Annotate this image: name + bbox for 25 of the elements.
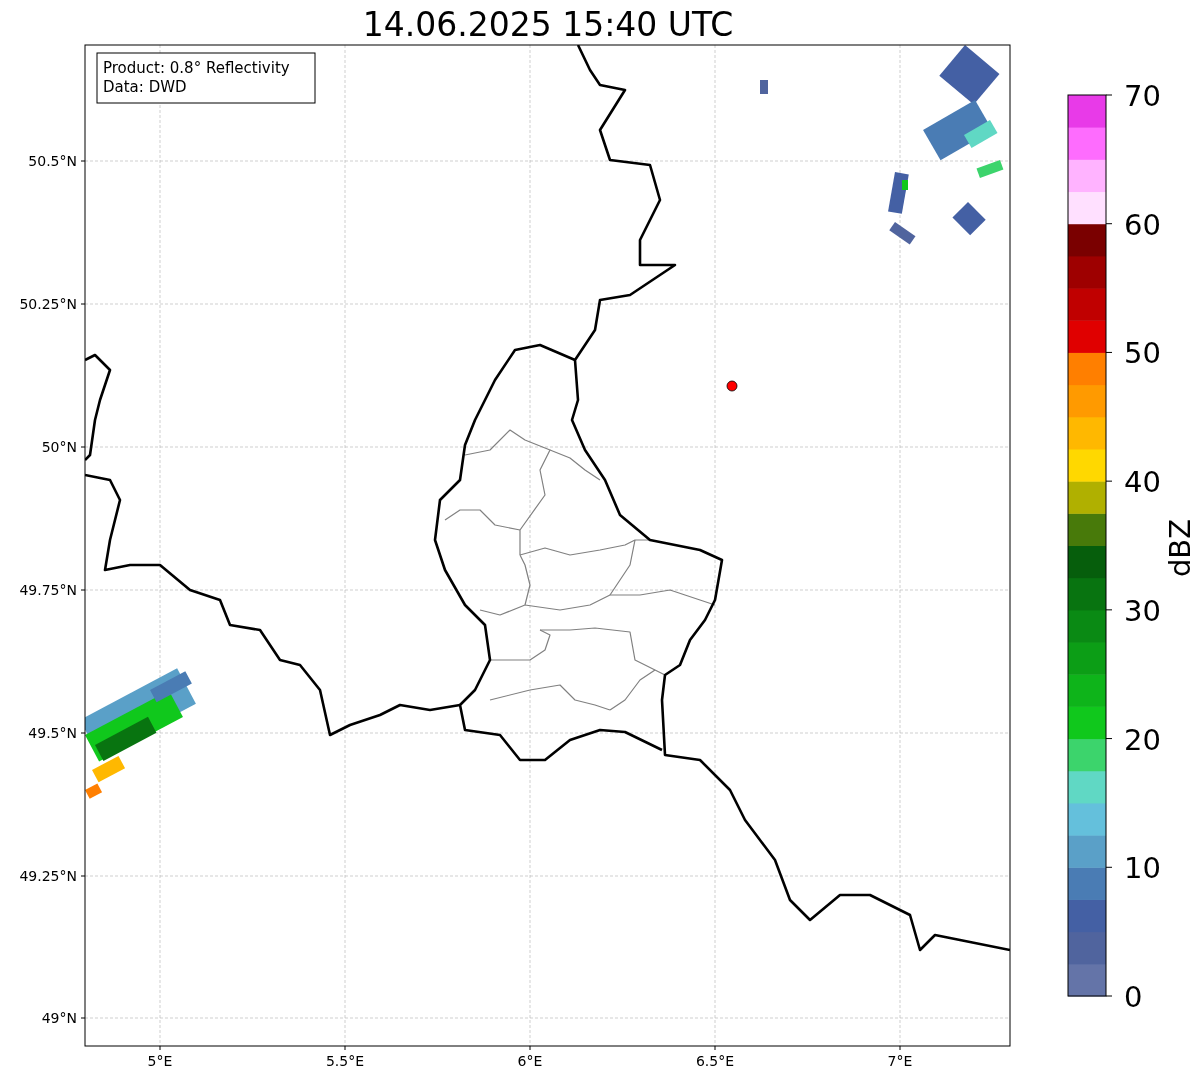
colorbar-tick-label: 50	[1124, 336, 1161, 371]
colorbar-tick-label: 40	[1124, 465, 1161, 500]
colorbar-tick-label: 10	[1124, 851, 1161, 886]
longitude-label: 7°E	[887, 1053, 913, 1069]
latitude-label: 50.5°N	[28, 153, 77, 169]
colorbar-tick-label: 30	[1124, 593, 1161, 628]
latitude-label: 49.75°N	[19, 582, 77, 598]
info-text: Product: 0.8° Reflectivity	[103, 59, 290, 77]
longitude-label: 5°E	[147, 1053, 173, 1069]
latitude-label: 50°N	[41, 439, 77, 455]
chart-title: 14.06.2025 15:40 UTC	[362, 5, 734, 44]
latitude-label: 49°N	[41, 1010, 77, 1026]
latitude-label: 50.25°N	[19, 296, 77, 312]
colorbar-tick-label: 20	[1124, 722, 1161, 757]
radar-site-marker-icon	[726, 380, 738, 392]
latitude-label: 49.5°N	[28, 725, 77, 741]
colorbar-label: dBZ	[1163, 518, 1197, 578]
colorbar-tick-label: 0	[1124, 980, 1143, 1014]
info-text: Data: DWD	[103, 78, 187, 96]
latitude-label: 49.25°N	[19, 868, 77, 884]
longitude-label: 5.5°E	[325, 1053, 365, 1069]
longitude-label: 6.5°E	[695, 1053, 735, 1069]
colorbar-tick-label: 60	[1124, 207, 1161, 242]
colorbar-tick-label: 70	[1124, 79, 1161, 113]
longitude-label: 6°E	[517, 1053, 543, 1069]
